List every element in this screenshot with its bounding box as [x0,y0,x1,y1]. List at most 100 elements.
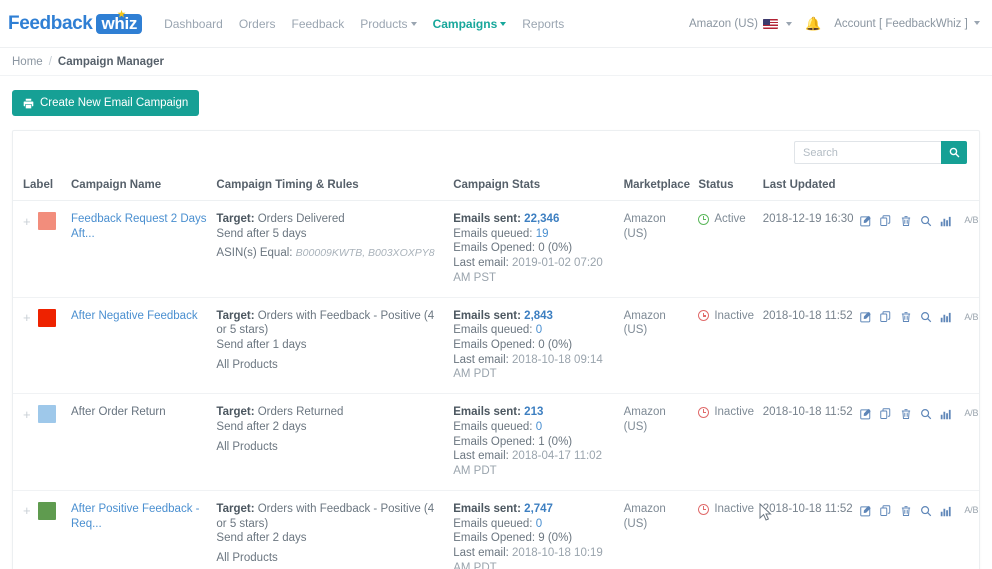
rule-scope-value: All Products [216,358,278,371]
rule-target-label: Target: [216,213,255,225]
stat-emails-queued-value: 19 [535,227,549,240]
label-color-swatch[interactable] [37,405,56,424]
search-input[interactable] [794,141,941,164]
app-logo[interactable]: Feedback whiz ★ [8,9,143,34]
duplicate-icon[interactable] [880,408,892,420]
rule-target: Target: Orders with Feedback - Positive … [216,502,445,531]
chevron-down-icon [410,22,417,27]
stat-last-email: Last email: 2019-01-02 07:20 AM PST [453,256,615,285]
marketplace-selector[interactable]: Amazon (US) [688,17,793,30]
campaign-name-link[interactable]: Feedback Request 2 Days Aft... [71,213,207,240]
edit-icon[interactable] [860,505,872,517]
stat-emails-sent-label: Emails sent: [453,213,521,225]
expand-row-icon[interactable]: + [23,215,31,228]
rule-target-label: Target: [216,406,255,419]
bell-icon[interactable]: 🔔 [805,16,821,32]
search-icon[interactable] [920,215,932,227]
expand-row-icon[interactable]: + [23,408,31,421]
stat-emails-sent: Emails sent: 22,346 [453,212,615,227]
duplicate-icon[interactable] [880,215,892,227]
cell-label: + [13,393,67,491]
card-toolbar [13,131,979,173]
expand-row-icon[interactable]: + [23,504,31,517]
cell-marketplace: Amazon (US) [619,200,695,298]
duplicate-icon[interactable] [880,311,892,323]
stat-emails-opened-value: 9 (0%) [538,532,573,545]
campaign-name-link[interactable]: After Order Return [71,406,166,418]
ab-test-badge[interactable]: A/B [960,212,979,230]
cell-campaign-name: After Positive Feedback - Req... [67,490,213,569]
star-icon: ★ [117,8,126,19]
clock-icon [698,310,710,322]
label-color-swatch[interactable] [37,212,56,230]
ab-test-badge[interactable]: A/B [960,405,979,423]
trash-icon[interactable] [900,215,912,227]
edit-icon[interactable] [860,215,872,227]
stat-last-email-label: Last email: [453,546,509,559]
cell-last-updated: 2018-12-19 16:30 [758,200,857,298]
cell-marketplace: Amazon (US) [619,393,695,491]
stat-emails-sent: Emails sent: 213 [453,405,615,420]
chart-icon[interactable] [940,311,952,323]
marketplace-value: Amazon (US) [623,406,666,433]
last-updated-value: 2018-12-19 16:30 [762,213,854,225]
chevron-down-icon [500,22,507,27]
col-header-marketplace: Marketplace [619,173,695,201]
campaign-name-link[interactable]: After Positive Feedback - Req... [71,503,199,530]
rule-target: Target: Orders with Feedback - Positive … [216,309,445,338]
col-header-updated: Last Updated [758,173,857,201]
duplicate-icon[interactable] [880,504,892,517]
chart-icon[interactable] [940,215,952,227]
edit-icon[interactable] [860,408,872,420]
status-text: Inactive [714,309,754,322]
cell-label: + [13,490,67,569]
trash-icon[interactable] [900,505,912,517]
rule-target-label: Target: [216,502,255,515]
stat-emails-opened-label: Emails Opened: [453,532,536,545]
cell-timing-rules: Target: Orders with Feedback - Positive … [212,490,450,569]
campaign-name-link[interactable]: After Negative Feedback [71,310,198,322]
create-new-email-campaign-button[interactable]: Create New Email Campaign [12,90,200,116]
marketplace-label: Amazon (US) [688,17,759,30]
search-icon[interactable] [920,505,932,517]
clock-icon [698,503,710,515]
cell-actions: A/B [856,297,979,395]
label-color-swatch[interactable] [37,501,56,520]
label-color-swatch[interactable] [37,308,56,327]
trash-icon[interactable] [900,408,912,420]
nav-item-reports[interactable]: Reports [522,17,564,31]
cell-actions: A/B [856,200,979,298]
ab-test-badge[interactable]: A/B [960,309,979,327]
chevron-down-icon [786,21,793,26]
search-button[interactable] [941,141,967,164]
stat-emails-sent-label: Emails sent: [453,406,521,419]
stat-emails-queued-label: Emails queued: [453,324,533,337]
ab-test-badge[interactable]: A/B [960,502,979,520]
edit-icon[interactable] [860,311,872,323]
nav-item-feedback[interactable]: Feedback [292,17,345,31]
status-badge: Active [698,212,754,227]
stat-emails-queued-value: 0 [535,517,543,530]
trash-icon[interactable] [900,311,912,323]
last-updated-value: 2018-10-18 11:52 [762,502,853,515]
page-body: Create New Email Campaign Label Campaign… [0,76,992,569]
us-flag-icon [763,18,779,29]
search-icon[interactable] [920,408,932,420]
breadcrumb-home[interactable]: Home [12,56,43,68]
search-icon[interactable] [920,311,932,323]
nav-item-campaigns[interactable]: Campaigns [433,17,507,31]
nav-item-products[interactable]: Products [360,17,417,31]
chart-icon[interactable] [940,408,952,420]
status-badge: Inactive [698,405,754,420]
nav-item-dashboard[interactable]: Dashboard [164,17,223,31]
expand-row-icon[interactable]: + [23,311,31,324]
chart-icon[interactable] [940,505,952,517]
stat-emails-sent-value: 213 [524,406,544,419]
account-label: Account [ FeedbackWhiz ] [834,17,968,30]
rule-target-value: Orders Returned [257,406,344,419]
last-updated-value: 2018-10-18 11:52 [762,406,853,419]
table-row: + After Order Return Target: Orders Return… [13,393,979,491]
stat-emails-queued-label: Emails queued: [453,420,533,433]
nav-item-orders[interactable]: Orders [239,17,276,31]
account-menu[interactable]: Account [ FeedbackWhiz ] [834,18,980,30]
